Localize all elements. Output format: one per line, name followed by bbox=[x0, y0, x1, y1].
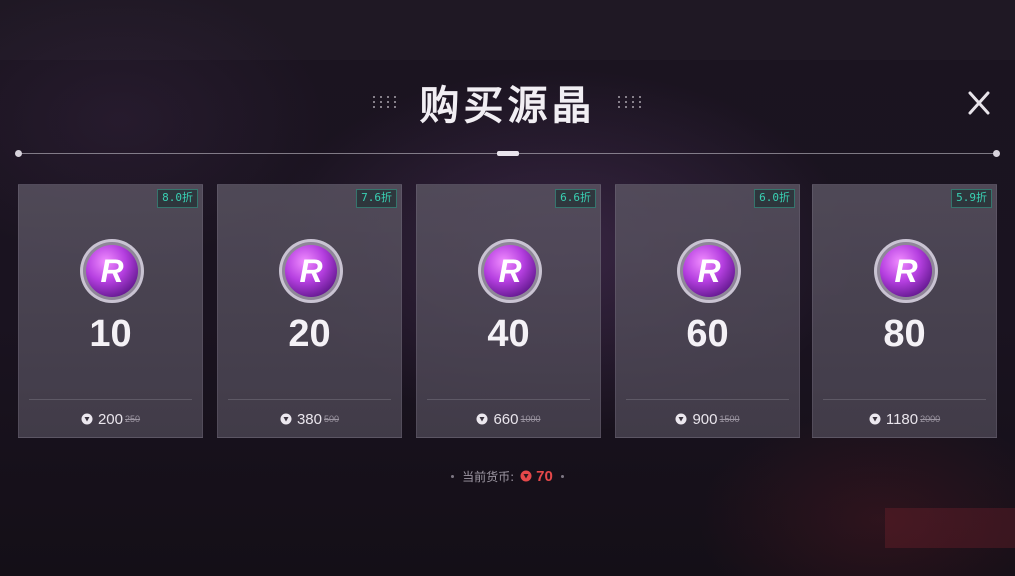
purchase-screen: 购买源晶 8.0折 R 10 200 250 7.6折 R 20 380 500… bbox=[0, 0, 1015, 576]
dialog-header: 购买源晶 bbox=[0, 70, 1015, 134]
discount-badge: 6.6折 bbox=[555, 189, 596, 208]
package-amount: 40 bbox=[487, 313, 530, 355]
crystal-coin-icon: R bbox=[478, 239, 542, 303]
package-card[interactable]: 7.6折 R 20 380 500 bbox=[217, 184, 402, 438]
red-currency-icon bbox=[520, 470, 532, 482]
package-original-price: 2000 bbox=[920, 414, 941, 424]
close-button[interactable] bbox=[962, 86, 996, 120]
package-amount: 60 bbox=[686, 313, 729, 355]
package-price: 900 bbox=[692, 410, 718, 428]
crystal-coin-icon: R bbox=[279, 239, 343, 303]
currency-icon bbox=[675, 413, 687, 425]
discount-badge: 8.0折 bbox=[157, 189, 198, 208]
package-price: 380 bbox=[296, 410, 322, 428]
discount-badge: 5.9折 bbox=[951, 189, 992, 208]
package-original-price: 250 bbox=[125, 414, 141, 424]
currency-balance: 当前货币: 70 bbox=[0, 466, 1015, 486]
package-card[interactable]: 6.6折 R 40 660 1000 bbox=[416, 184, 601, 438]
discount-badge: 7.6折 bbox=[356, 189, 397, 208]
divider-left-cap bbox=[15, 150, 22, 157]
divider-right-cap bbox=[993, 150, 1000, 157]
close-icon bbox=[968, 91, 990, 115]
card-separator bbox=[626, 399, 789, 400]
price-row: 1180 2000 bbox=[813, 409, 996, 429]
package-price: 1180 bbox=[885, 410, 919, 428]
crystal-coin-icon: R bbox=[677, 239, 741, 303]
package-original-price: 1000 bbox=[520, 414, 541, 424]
price-row: 660 1000 bbox=[417, 409, 600, 429]
price-row: 200 250 bbox=[19, 409, 202, 429]
balance-left-dot bbox=[451, 474, 455, 478]
title-left-dots-icon bbox=[372, 96, 398, 108]
crystal-coin-icon: R bbox=[80, 239, 144, 303]
currency-icon bbox=[81, 413, 93, 425]
card-separator bbox=[427, 399, 590, 400]
currency-icon bbox=[869, 413, 881, 425]
package-card[interactable]: 5.9折 R 80 1180 2000 bbox=[812, 184, 997, 438]
svg-text:R: R bbox=[894, 253, 917, 289]
currency-icon bbox=[280, 413, 292, 425]
price-row: 380 500 bbox=[218, 409, 401, 429]
dialog-title: 购买源晶 bbox=[419, 83, 596, 129]
title-right-dots-icon bbox=[617, 96, 643, 108]
package-amount: 20 bbox=[288, 313, 331, 355]
package-original-price: 500 bbox=[324, 414, 340, 424]
card-separator bbox=[29, 399, 192, 400]
package-amount: 10 bbox=[89, 313, 132, 355]
package-card[interactable]: 8.0折 R 10 200 250 bbox=[18, 184, 203, 438]
package-card[interactable]: 6.0折 R 60 900 1500 bbox=[615, 184, 800, 438]
crystal-coin-icon: R bbox=[874, 239, 938, 303]
price-row: 900 1500 bbox=[616, 409, 799, 429]
card-separator bbox=[228, 399, 391, 400]
svg-text:R: R bbox=[100, 253, 123, 289]
svg-text:R: R bbox=[498, 253, 521, 289]
balance-right-dot bbox=[560, 474, 564, 478]
balance-label: 当前货币: bbox=[462, 469, 515, 484]
card-separator bbox=[823, 399, 986, 400]
package-price: 200 bbox=[97, 410, 123, 428]
background-red-button bbox=[885, 508, 1015, 548]
package-list: 8.0折 R 10 200 250 7.6折 R 20 380 500 6.6折… bbox=[18, 184, 997, 438]
svg-text:R: R bbox=[697, 253, 720, 289]
discount-badge: 6.0折 bbox=[754, 189, 795, 208]
svg-text:R: R bbox=[299, 253, 322, 289]
package-amount: 80 bbox=[883, 313, 926, 355]
balance-value: 70 bbox=[536, 467, 553, 485]
package-original-price: 1500 bbox=[719, 414, 740, 424]
currency-icon bbox=[476, 413, 488, 425]
divider-center-mark bbox=[497, 151, 519, 156]
background-game-hud bbox=[0, 0, 1015, 60]
package-price: 660 bbox=[493, 410, 519, 428]
